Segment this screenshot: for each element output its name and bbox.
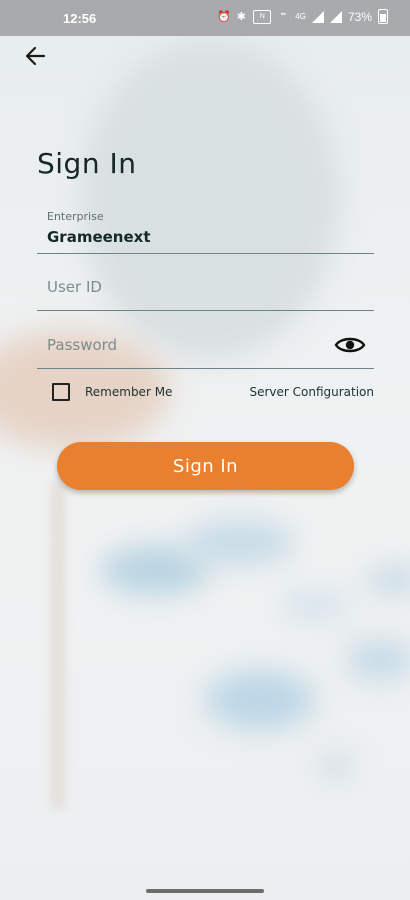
- nfc-icon: N: [253, 9, 272, 24]
- remember-me-checkbox[interactable]: [52, 383, 70, 401]
- sign-in-button[interactable]: Sign In: [57, 442, 354, 490]
- back-button[interactable]: [20, 42, 52, 70]
- server-configuration-link[interactable]: Server Configuration: [249, 385, 374, 399]
- gesture-nav-bar[interactable]: [146, 889, 264, 893]
- battery-percent: 73%: [347, 9, 372, 24]
- status-bar: 12:56 ⏰ ✱ N ▪▪ 4G 73%: [0, 0, 410, 36]
- bluetooth-icon: ✱: [236, 10, 246, 23]
- status-icons: ⏰ ✱ N ▪▪ 4G 73%: [217, 9, 388, 24]
- enterprise-field[interactable]: Enterprise: [37, 205, 374, 254]
- signal-icon: [329, 10, 342, 23]
- data-speed-icon: ▪▪: [280, 10, 286, 18]
- remember-me-label: Remember Me: [85, 385, 173, 399]
- eye-icon[interactable]: [334, 332, 366, 358]
- signal-icon: [311, 10, 324, 23]
- password-field[interactable]: [37, 330, 374, 369]
- remember-me-toggle[interactable]: Remember Me: [52, 383, 172, 401]
- network-type-label: 4G: [295, 11, 306, 21]
- status-time: 12:56: [63, 11, 97, 26]
- user-id-input[interactable]: [47, 278, 334, 296]
- battery-icon: [378, 9, 388, 24]
- arrow-left-icon: [25, 46, 46, 66]
- enterprise-input[interactable]: [47, 228, 334, 246]
- signin-screen: Sign In Enterprise Remember Me Server Co…: [0, 0, 410, 900]
- password-input[interactable]: [47, 336, 334, 354]
- user-id-field[interactable]: [37, 270, 374, 311]
- page-title: Sign In: [37, 147, 137, 180]
- alarm-icon: ⏰: [217, 10, 231, 23]
- enterprise-label: Enterprise: [47, 210, 104, 223]
